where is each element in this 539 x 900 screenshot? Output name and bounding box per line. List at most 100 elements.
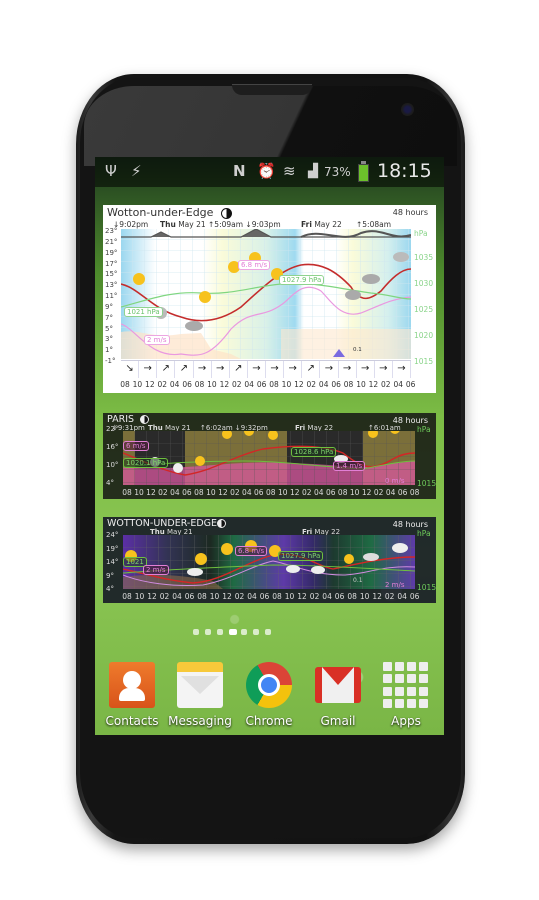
moon-icon	[173, 463, 183, 473]
day2-info: Fri May 22	[301, 220, 342, 229]
wind-zero-label: 0 m/s	[385, 477, 405, 485]
temperature-tick: 9°	[106, 571, 114, 580]
precip-label: 0.1	[353, 577, 363, 584]
day2-sun: ↑5:08am	[356, 220, 392, 229]
temperature-tick: 19°	[106, 544, 119, 553]
wifi-icon: ≋	[283, 162, 296, 180]
dock: Contacts Messaging Chrome Gmail Apps	[95, 662, 444, 732]
wind-arrow-icon: →	[375, 361, 393, 378]
pressure-unit: hPa	[417, 425, 431, 434]
wind-arrow-icon: →	[320, 361, 339, 378]
temperature-tick: 23°	[105, 227, 118, 235]
signal-icon: ▟	[308, 164, 318, 179]
cloud-icon	[185, 321, 203, 331]
alarm-icon: ⏰	[257, 162, 276, 180]
cloud-icon	[187, 568, 203, 576]
precip-label: 0.1	[353, 347, 362, 353]
temperature-tick: 15°	[105, 270, 118, 279]
wind-scale-label: 2 m/s	[385, 581, 405, 589]
app-contacts[interactable]: Contacts	[97, 662, 167, 728]
status-bar[interactable]: Ψ ⚡ N ⏰ ≋ ▟ 73% 18:15	[95, 157, 444, 187]
forecast-graph: 1021 2 m/s 6.8 m/s 1027.9 hPa 0.1 2 m/s	[123, 535, 415, 589]
app-drawer[interactable]: Apps	[371, 662, 441, 728]
temperature-tick: 4°	[106, 585, 114, 593]
sun-icon	[199, 291, 211, 303]
wind-max-label: 6 m/s	[123, 441, 149, 451]
wind-arrow-icon: →	[357, 361, 375, 378]
pressure-tick: 1025	[414, 305, 434, 314]
temperature-tick: 4°	[106, 479, 114, 487]
pressure-tick: 1015	[417, 583, 437, 592]
page-dot[interactable]	[193, 629, 199, 635]
widget-location: Wotton-under-Edge	[107, 206, 214, 219]
wind-arrow-icon: ↗	[230, 361, 248, 378]
charging-bolt-icon: ⚡	[131, 162, 142, 180]
weather-widget-paris[interactable]: PARIS 48 hours ↓9:31pm Thu May 21 ↑6:02a…	[103, 413, 436, 499]
app-label: Apps	[391, 714, 421, 728]
moon-phase-icon	[217, 519, 226, 528]
front-camera-icon	[401, 103, 414, 116]
temperature-tick: 16°	[106, 443, 119, 451]
pressure-unit: hPa	[414, 229, 428, 238]
moon-phase-icon	[221, 208, 232, 219]
day1-name: Thu	[160, 220, 176, 229]
temperature-tick: 9°	[105, 302, 113, 311]
time-tick: 08	[409, 488, 420, 497]
wind-min-label: 2 m/s	[144, 335, 170, 345]
wind-max-label: 6.8 m/s	[238, 260, 271, 270]
time-tick: 06	[405, 380, 416, 389]
wind-min-label: 1.4 m/s	[333, 461, 366, 471]
page-dot[interactable]	[253, 629, 259, 635]
sun-icon	[195, 553, 207, 565]
widget-range: 48 hours	[392, 520, 428, 529]
battery-icon	[358, 161, 369, 182]
pressure-tick: 1030	[414, 279, 434, 288]
sunset-prev: ↓9:02pm	[113, 220, 149, 229]
wind-direction-row: ↘ → ↗ ↗ → → ↗ → → → ↗ → → → → →	[121, 360, 411, 378]
app-label: Contacts	[105, 714, 159, 728]
phone-top-bezel	[84, 86, 457, 166]
page-dot[interactable]	[229, 629, 237, 635]
app-gmail[interactable]: Gmail	[303, 662, 373, 728]
temperature-tick: 22°	[106, 425, 119, 433]
page-indicator[interactable]	[95, 629, 444, 637]
temperature-tick: 17°	[105, 259, 118, 268]
sun-icon	[133, 273, 145, 285]
day1-info: Thu May 21 ↑5:09am ↓9:03pm	[160, 220, 281, 229]
messaging-icon	[177, 662, 223, 708]
wind-arrow-icon: ↗	[175, 361, 194, 378]
wind-max-label: 6.8 m/s	[235, 546, 268, 556]
weather-widget-large[interactable]: Wotton-under-Edge 48 hours ↓9:02pm Thu M…	[103, 205, 436, 393]
wind-arrow-icon: →	[284, 361, 303, 378]
page-dot[interactable]	[205, 629, 211, 635]
wind-arrow-icon: →	[339, 361, 357, 378]
page-dot[interactable]	[241, 629, 247, 635]
sun-icon	[221, 543, 233, 555]
app-messaging[interactable]: Messaging	[165, 662, 235, 728]
wind-arrow-icon: →	[393, 361, 411, 378]
pressure-min-label: 1020.1 hPa	[123, 458, 169, 468]
cloud-icon	[286, 565, 300, 573]
earpiece-speaker	[232, 84, 312, 95]
chrome-icon	[246, 662, 292, 708]
weather-widget-wotton[interactable]: WOTTON-UNDER-EDGE 48 hours Thu May 21 Fr…	[103, 517, 436, 603]
forecast-graph-svg	[123, 535, 415, 589]
day2-date: May 22	[314, 220, 342, 229]
sun-icon	[195, 456, 205, 466]
app-chrome[interactable]: Chrome	[234, 662, 304, 728]
temperature-tick: 14°	[106, 558, 119, 566]
forecast-graph: 6 m/s 1020.1 hPa 1028.6 hPa 1.4 m/s 0 m/…	[123, 431, 415, 485]
cloud-icon	[393, 252, 409, 262]
cloud-icon	[363, 553, 379, 561]
wind-arrow-icon: ↗	[302, 361, 321, 378]
partly-cloudy-icon	[345, 290, 361, 300]
time-tick: 06	[409, 592, 420, 601]
wind-arrow-icon: →	[248, 361, 266, 378]
temperature-tick: 21°	[105, 237, 118, 246]
wind-arrow-icon: →	[212, 361, 230, 378]
temperature-tick: 19°	[105, 248, 118, 257]
pressure-max-label: 1027.9 hPa	[278, 551, 324, 561]
page-dot[interactable]	[217, 629, 223, 635]
page-dot[interactable]	[265, 629, 271, 635]
wind-arrow-icon: →	[194, 361, 212, 378]
